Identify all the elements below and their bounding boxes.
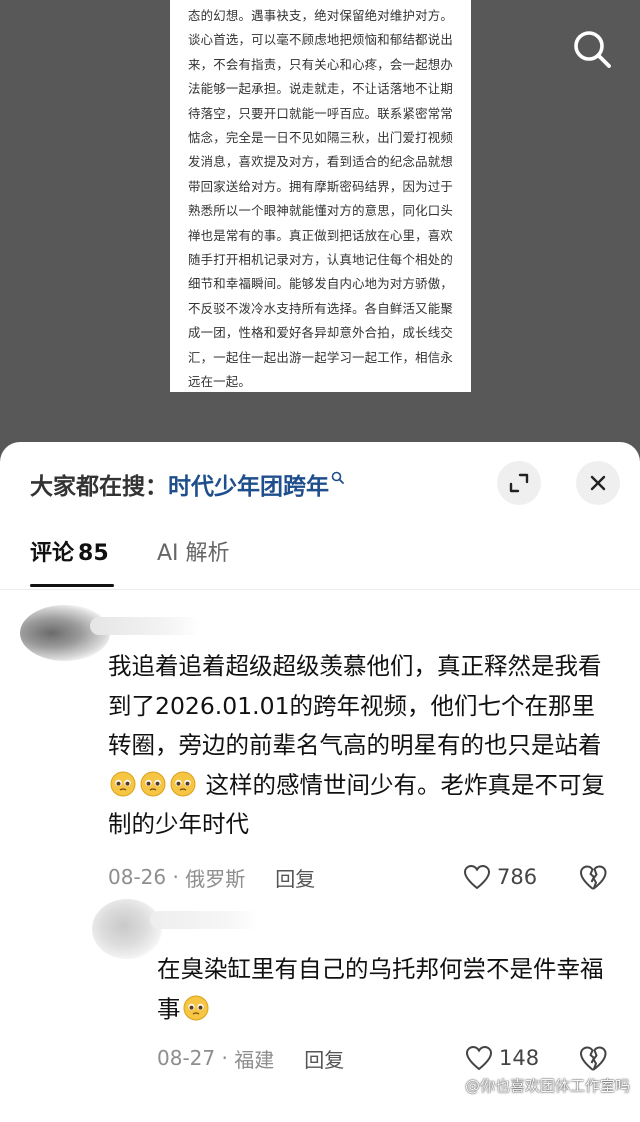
small-search-icon bbox=[331, 471, 344, 484]
like-count: 148 bbox=[499, 1046, 540, 1070]
comment-text-part: 我追着追着超级超级羡慕他们，真正释然是我看到了2026.01.01的跨年视频，他… bbox=[108, 652, 602, 759]
comment-location: 俄罗斯 bbox=[185, 866, 246, 891]
pleading-face-emoji bbox=[110, 770, 136, 796]
meta-separator: · bbox=[166, 865, 186, 889]
comment-date: 08-27 bbox=[157, 1046, 216, 1070]
hot-search-prefix: 大家都在搜： bbox=[30, 474, 168, 500]
username-blurred bbox=[90, 617, 200, 635]
tab-comments-label: 评论 bbox=[30, 541, 75, 566]
comments-sheet: 大家都在搜： 时代少年团跨年 评论 85 AI 解析 我追着追着超级超级羡慕他们，… bbox=[0, 442, 640, 1122]
broken-heart-icon[interactable] bbox=[578, 863, 608, 891]
tab-comments[interactable]: 评论 85 bbox=[30, 534, 109, 586]
pleading-face-emoji bbox=[183, 994, 209, 1020]
comment-text: 我追着追着超级超级羡慕他们，真正释然是我看到了2026.01.01的跨年视频，他… bbox=[108, 647, 608, 845]
heart-icon bbox=[463, 864, 491, 890]
weibo-watermark: @你也喜欢团体工作室吗 bbox=[444, 1075, 630, 1096]
comment-text: 在臭染缸里有自己的乌托邦何尝不是件幸福事 bbox=[157, 950, 617, 1029]
watermark-text: @你也喜欢团体工作室吗 bbox=[464, 1077, 630, 1095]
username-blurred bbox=[150, 911, 260, 929]
close-icon bbox=[590, 475, 606, 491]
tab-bar: 评论 85 AI 解析 bbox=[0, 534, 640, 590]
background-post-area: 态的幻想。遇事袂支，绝对保留绝对维护对方。谈心首选，可以毫不顾虑地把烦恼和郁结都… bbox=[0, 0, 640, 470]
close-button[interactable] bbox=[576, 461, 620, 505]
like-count: 786 bbox=[497, 865, 538, 889]
tab-ai-analysis[interactable]: AI 解析 bbox=[157, 534, 230, 586]
comments-count: 85 bbox=[78, 541, 109, 566]
comment-date: 08-26 bbox=[108, 865, 167, 889]
expand-button[interactable] bbox=[497, 461, 541, 505]
post-image-document: 态的幻想。遇事袂支，绝对保留绝对维护对方。谈心首选，可以毫不顾虑地把烦恼和郁结都… bbox=[170, 0, 471, 392]
comment-meta: 08-26 · 俄罗斯 回复 bbox=[108, 862, 315, 892]
pleading-face-emoji bbox=[140, 770, 166, 796]
expand-icon bbox=[509, 473, 529, 493]
hot-search-keyword[interactable]: 时代少年团跨年 bbox=[168, 467, 329, 501]
active-tab-indicator bbox=[30, 584, 114, 587]
weibo-logo-icon bbox=[444, 1079, 462, 1093]
search-button[interactable] bbox=[566, 24, 620, 78]
comment-location: 福建 bbox=[234, 1047, 275, 1072]
hot-search-row[interactable]: 大家都在搜： 时代少年团跨年 bbox=[30, 464, 345, 504]
broken-heart-icon[interactable] bbox=[578, 1044, 608, 1072]
pleading-face-emoji bbox=[170, 770, 196, 796]
comment-text-part: 在臭染缸里有自己的乌托邦何尝不是件幸福事 bbox=[157, 955, 604, 1023]
heart-icon bbox=[465, 1045, 493, 1071]
search-icon bbox=[574, 31, 611, 68]
meta-separator: · bbox=[215, 1046, 235, 1070]
comment-meta: 08-27 · 福建 回复 bbox=[157, 1043, 344, 1073]
post-image-text: 态的幻想。遇事袂支，绝对保留绝对维护对方。谈心首选，可以毫不顾虑地把烦恼和郁结都… bbox=[188, 8, 453, 390]
avatar[interactable] bbox=[92, 899, 162, 959]
reply-button[interactable]: 回复 bbox=[304, 1044, 344, 1073]
like-button[interactable]: 786 bbox=[463, 862, 537, 892]
like-button[interactable]: 148 bbox=[465, 1043, 539, 1073]
reply-button[interactable]: 回复 bbox=[275, 863, 315, 892]
